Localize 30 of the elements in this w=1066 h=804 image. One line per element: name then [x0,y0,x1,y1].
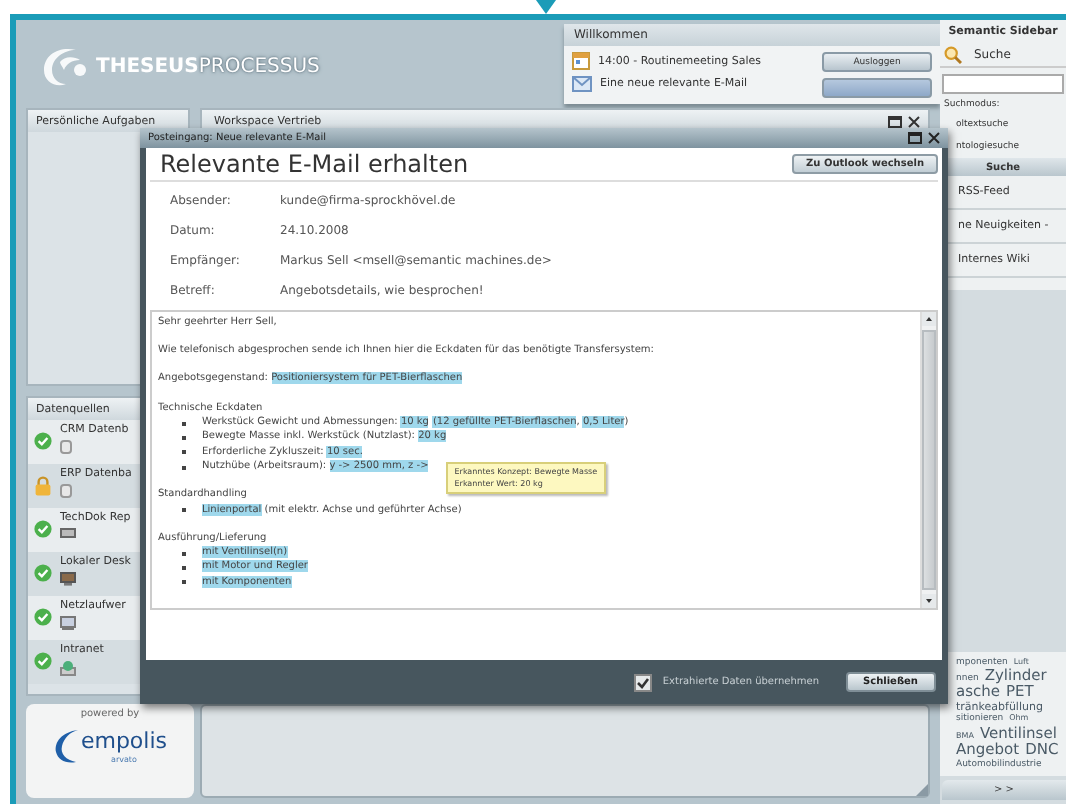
check-icon [34,608,52,626]
maximize-icon[interactable] [908,132,922,144]
scroll-down-button[interactable] [922,594,936,608]
database-icon [60,440,72,454]
drive-icon [60,528,76,538]
scroll-up-button[interactable] [922,311,936,326]
globe-icon [60,660,76,676]
search-icon [944,46,962,64]
server-icon [60,616,76,630]
resize-grip-icon[interactable] [916,784,928,796]
logo-wordmark: THESEUS [96,55,199,77]
lock-icon [34,476,52,496]
check-icon [34,520,52,538]
scroll-thumb[interactable] [922,329,936,590]
check-icon [34,432,52,450]
logo-wordmark-suffix: PROCESSUS [198,55,320,77]
envelope-icon [572,76,592,92]
swoosh-icon [52,726,81,766]
search-field[interactable] [942,74,1064,94]
check-icon [34,564,52,582]
close-icon[interactable] [908,115,920,127]
close-icon[interactable] [928,132,940,144]
maximize-icon[interactable] [888,115,902,127]
dialog-heading: Relevante E-Mail erhalten [160,149,469,178]
database-icon [60,484,72,498]
check-icon [34,652,52,670]
calendar-icon [572,52,590,70]
brand-wordmark: empolis [80,729,168,753]
computer-icon [60,572,76,586]
checkbox[interactable] [634,673,653,691]
